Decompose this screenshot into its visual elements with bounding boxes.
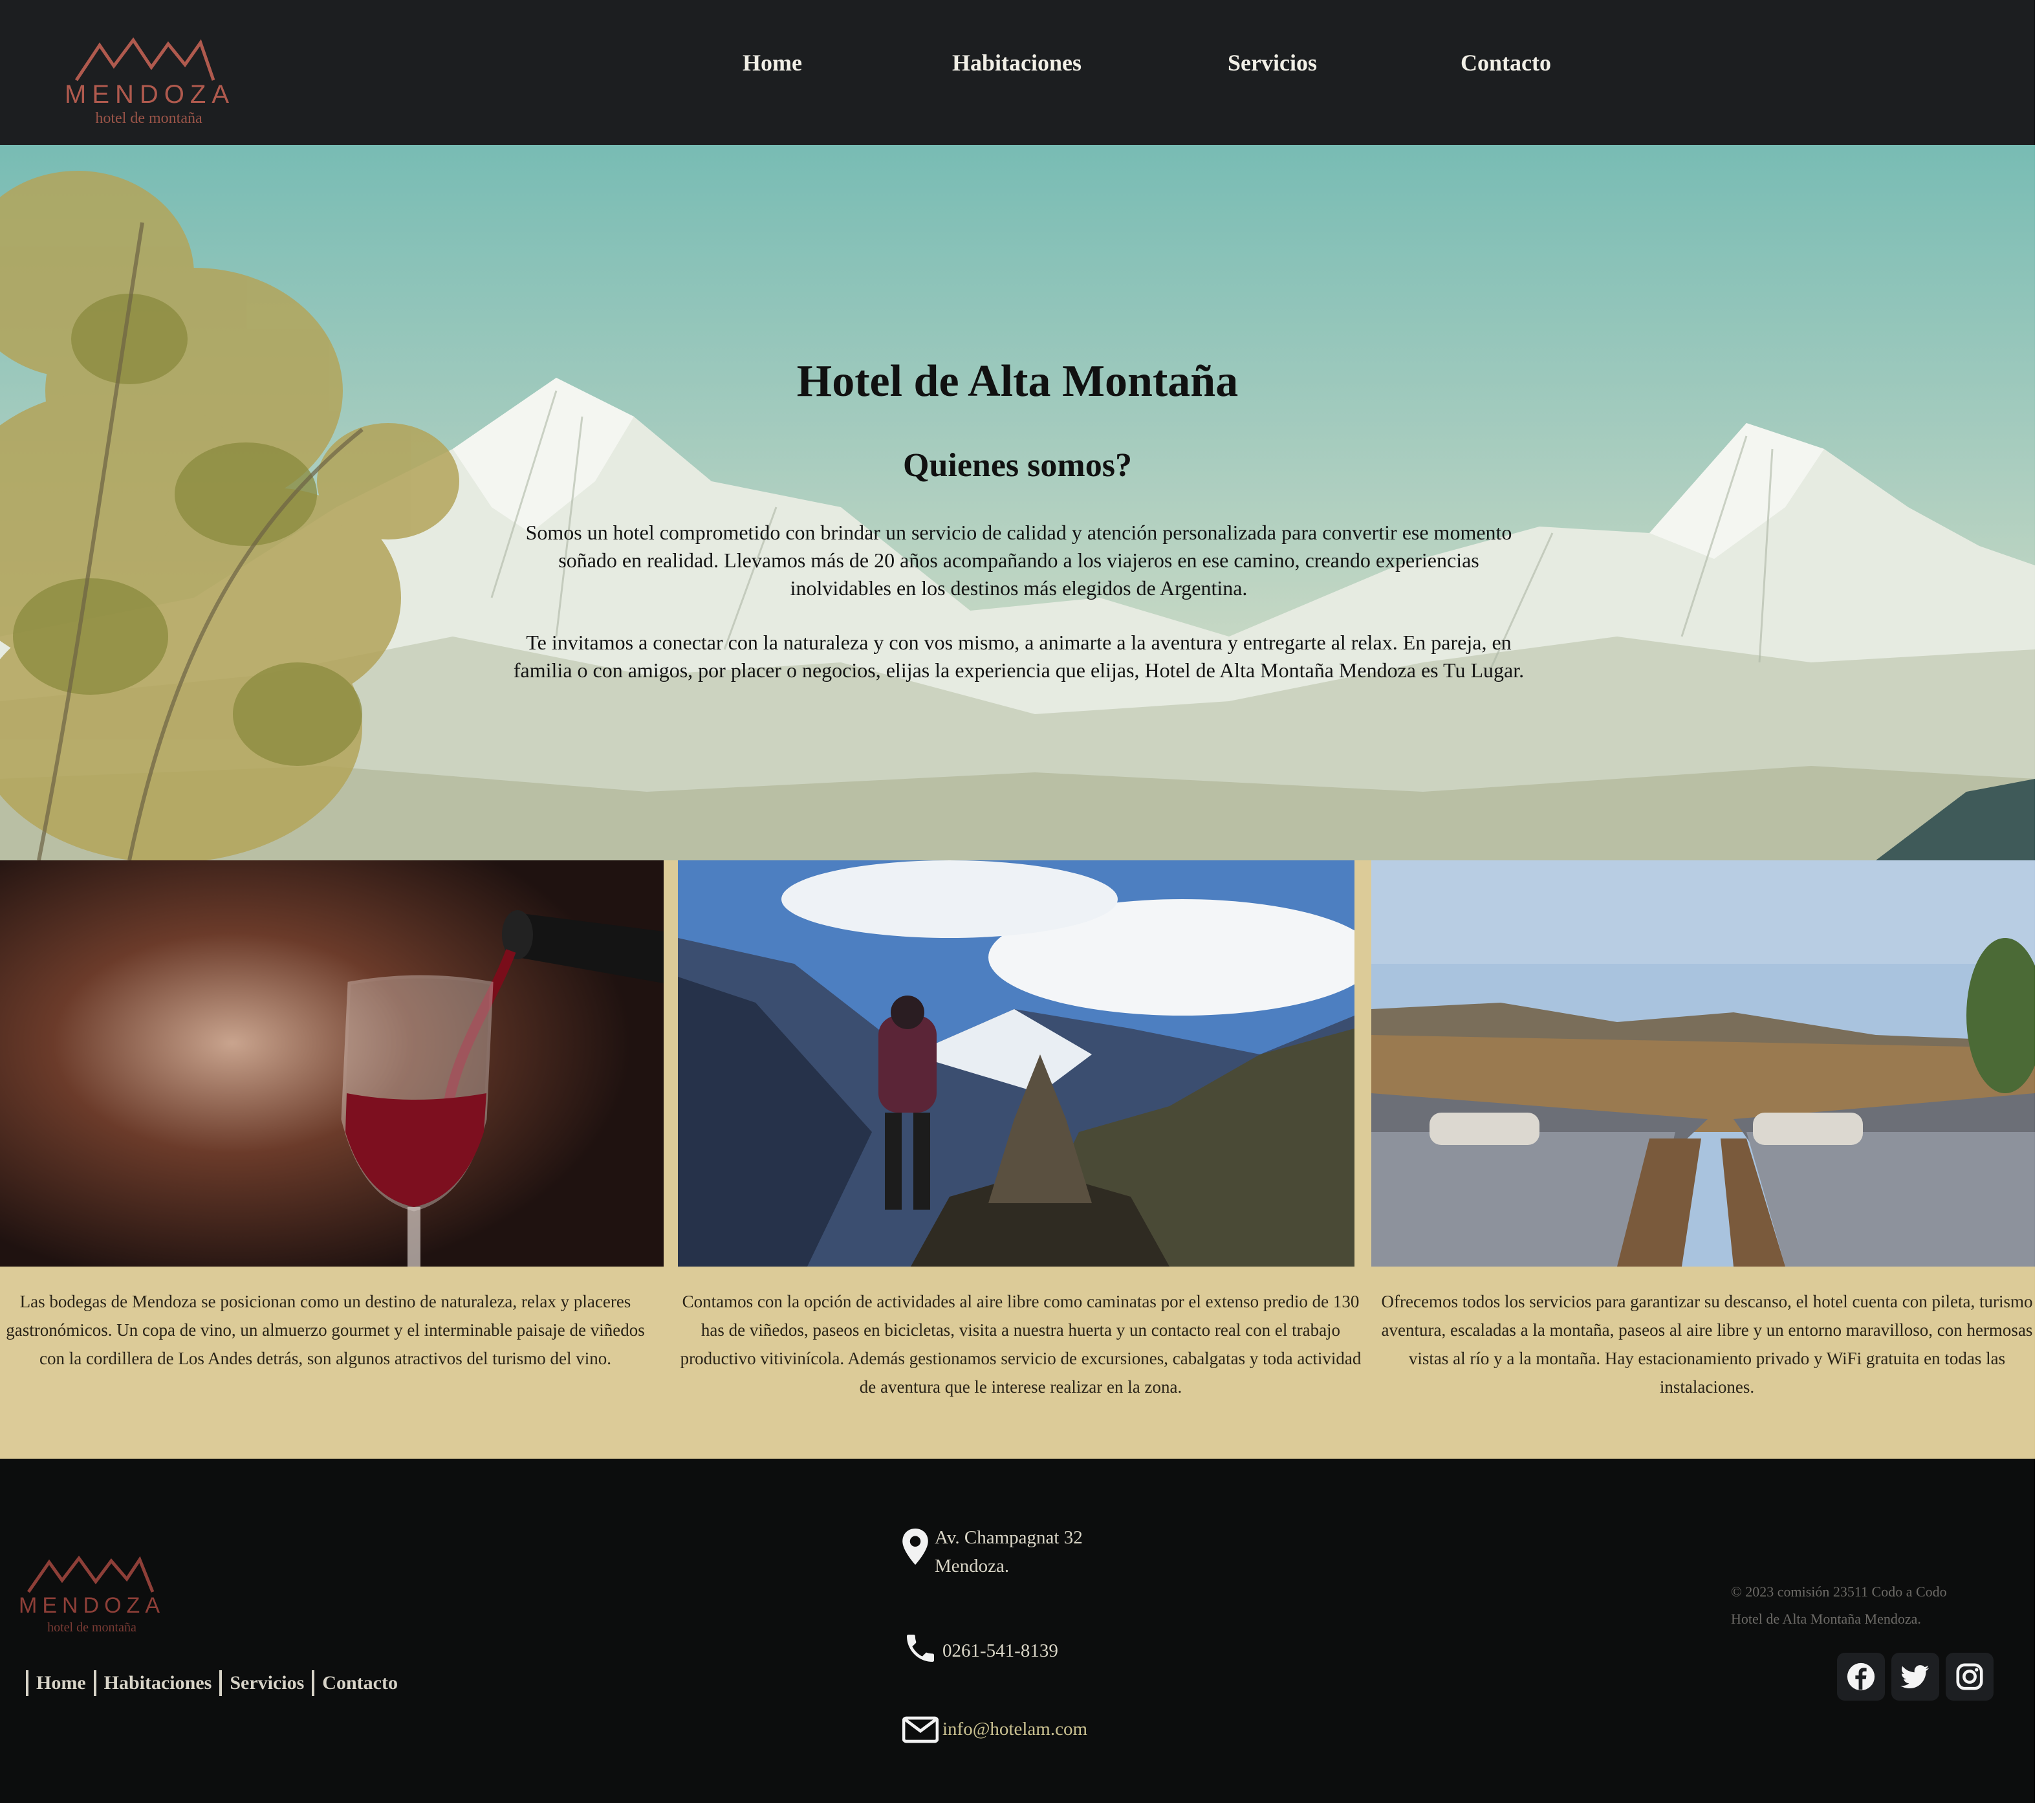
- hero-paragraph: Te invitamos a conectar con la naturalez…: [513, 631, 1525, 682]
- logo-brand: MENDOZA: [65, 80, 235, 109]
- wine-image: [0, 860, 664, 1267]
- nav-divider: [312, 1670, 315, 1696]
- nav-divider: [93, 1670, 96, 1696]
- instagram-button[interactable]: [1946, 1653, 1994, 1701]
- hero-section: Hotel de Alta Montaña Quienes somos? Som…: [0, 145, 2035, 860]
- instagram-icon: [1956, 1663, 1983, 1690]
- mail-icon: [902, 1716, 939, 1743]
- card-description: Contamos con la opción de actividades al…: [680, 1292, 1362, 1397]
- address-line2: Mendoza.: [935, 1556, 1010, 1576]
- card-description: Las bodegas de Mendoza se posicionan com…: [6, 1292, 645, 1368]
- footer-copyright: © 2023 comisión 23511 Codo a Codo Hotel …: [1731, 1578, 2028, 1633]
- footer-logo[interactable]: MENDOZA hotel de montaña: [14, 1556, 169, 1640]
- nav-divider: [26, 1670, 28, 1696]
- hiker-image: [678, 860, 1354, 1267]
- footer-nav-contacto[interactable]: Contacto: [322, 1672, 398, 1694]
- logo-tagline: hotel de montaña: [95, 110, 202, 127]
- hero-mountain-background: [0, 171, 2035, 860]
- copyright-line: Hotel de Alta Montaña Mendoza.: [1731, 1611, 1921, 1627]
- twitter-button[interactable]: [1891, 1653, 1939, 1701]
- footer-nav: Home Habitaciones Servicios Contacto: [18, 1669, 398, 1697]
- features-section: Las bodegas de Mendoza se posicionan com…: [0, 860, 2035, 1459]
- address-line1: Av. Champagnat 32: [935, 1527, 1083, 1548]
- location-pin-icon: [902, 1529, 928, 1565]
- footer-nav-home[interactable]: Home: [36, 1672, 86, 1694]
- footer-nav-habitaciones[interactable]: Habitaciones: [104, 1672, 212, 1694]
- logo-brand: MENDOZA: [19, 1593, 165, 1618]
- email-link[interactable]: info@hotelam.com: [942, 1715, 1087, 1743]
- phone-icon: [907, 1635, 934, 1662]
- nav-divider: [219, 1670, 223, 1696]
- copyright-line: © 2023 comisión 23511 Codo a Codo: [1731, 1584, 1947, 1600]
- card-description: Ofrecemos todos los servicios para garan…: [1381, 1292, 2033, 1397]
- mountain-logo-icon: [27, 1556, 155, 1593]
- footer-nav-servicios[interactable]: Servicios: [230, 1672, 304, 1694]
- nav-contacto[interactable]: Contacto: [1461, 49, 1551, 76]
- nav-home[interactable]: Home: [743, 49, 802, 76]
- site-footer: MENDOZA hotel de montaña Home Habitacion…: [0, 1459, 2035, 1803]
- facebook-button[interactable]: [1837, 1653, 1885, 1701]
- phone-number: 0261-541-8139: [942, 1640, 1058, 1661]
- pool-image: [1371, 860, 2035, 1267]
- main-nav: Home Habitaciones Servicios Contacto: [0, 49, 2035, 82]
- hero-paragraph: Somos un hotel comprometido con brindar …: [525, 521, 1512, 600]
- facebook-icon: [1847, 1662, 1875, 1691]
- logo-tagline: hotel de montaña: [47, 1620, 136, 1635]
- site-header: MENDOZA hotel de montaña Home Habitacion…: [0, 0, 2035, 145]
- nav-habitaciones[interactable]: Habitaciones: [952, 49, 1082, 76]
- nav-servicios[interactable]: Servicios: [1228, 49, 1317, 76]
- hero-title: Hotel de Alta Montaña: [796, 356, 1239, 406]
- hero-subtitle: Quienes somos?: [903, 447, 1132, 484]
- twitter-icon: [1900, 1665, 1930, 1689]
